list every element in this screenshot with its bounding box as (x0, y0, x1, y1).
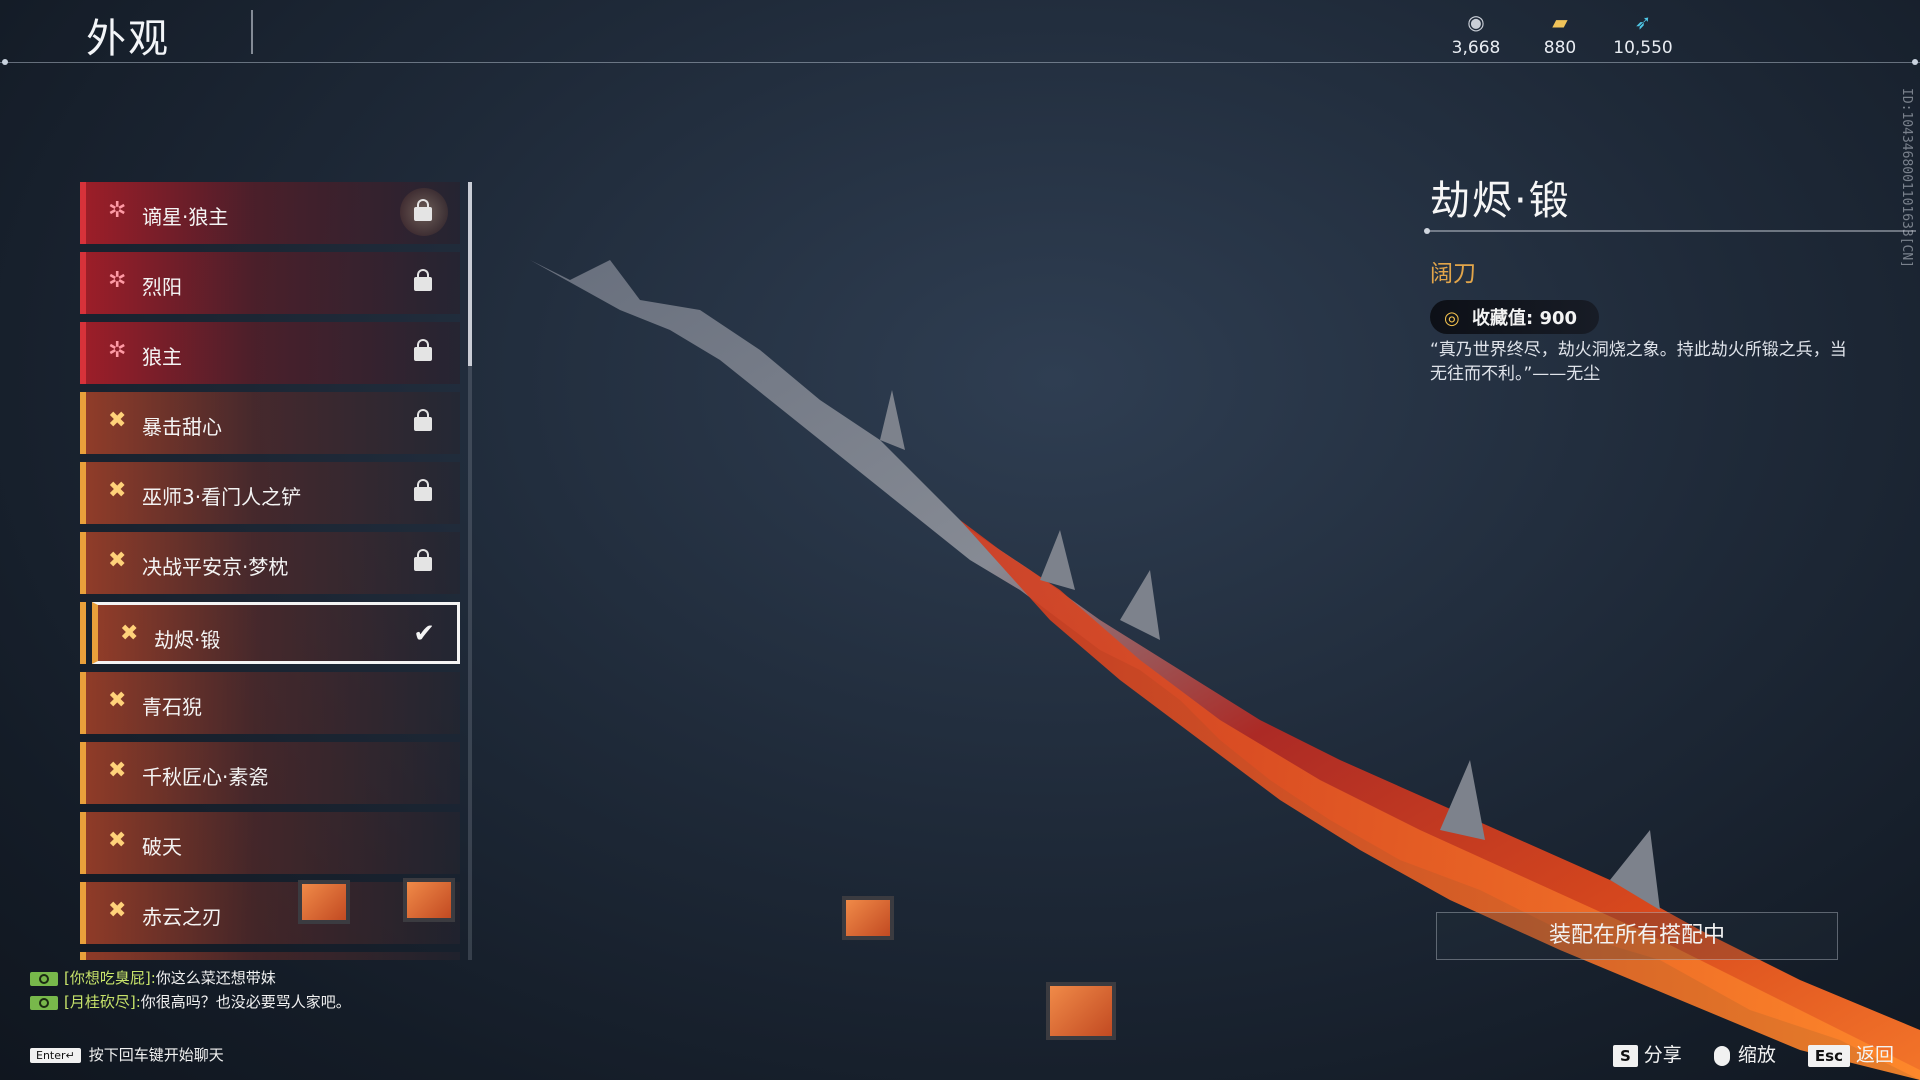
rarity-star-icon: ✲ (108, 198, 127, 223)
skin-list: ✲ 谪星·狼主 ✲ 烈阳 ✲ 狼主 ✖ 暴击甜心 ✖ 巫师3·看门人之铲 ✖ 决… (80, 182, 460, 960)
skin-item[interactable]: ✖ 青石猊 (80, 672, 460, 734)
currency-feather: ➶ 10,550 (1598, 10, 1688, 58)
rarity-star-icon: ✲ (108, 268, 127, 293)
chat-input-hint[interactable]: Enter↵ 按下回车键开始聊天 (30, 1044, 224, 1065)
skin-item[interactable]: ✖ 巫师3·看门人之铲 (80, 462, 460, 524)
share-key: S (1612, 1044, 1638, 1067)
skin-item-label: 赤云之刃 (142, 905, 222, 929)
gold-ingot-icon: ▰ (1552, 10, 1568, 34)
rarity-star-icon: ✖ (108, 898, 127, 923)
skin-item[interactable] (80, 952, 460, 960)
top-divider (0, 59, 1920, 65)
blue-feather-icon: ➶ (1634, 10, 1652, 34)
skin-item-label: 决战平安京·梦枕 (142, 555, 289, 579)
list-scrollbar-thumb[interactable] (468, 182, 472, 366)
skin-item[interactable]: ✖ 暴击甜心 (80, 392, 460, 454)
lantern-decor (842, 896, 894, 940)
footer-actions: S 分享 缩放 Esc 返回 (1612, 1040, 1894, 1067)
skin-item[interactable]: ✖ 千秋匠心·素瓷 (80, 742, 460, 804)
chat-message: [月桂砍尽]:你很高吗？也没必要骂人家吧。 (30, 990, 360, 1014)
skin-item-label: 谪星·狼主 (142, 205, 229, 229)
skin-item-label: 破天 (142, 835, 182, 859)
skin-item[interactable]: ✲ 狼主 (80, 322, 460, 384)
lock-icon (414, 479, 432, 501)
chat-text: 你很高吗？也没必要骂人家吧。 (140, 993, 351, 1011)
skin-item-label: 千秋匠心·素瓷 (142, 765, 269, 789)
zoom-button[interactable]: 缩放 (1713, 1044, 1776, 1066)
skin-item[interactable]: ✲ 谪星·狼主 (80, 182, 460, 244)
back-key: Esc (1807, 1044, 1850, 1067)
currency-silver: ◉ 3,668 (1431, 10, 1521, 58)
chat-channel-icon (30, 995, 58, 1010)
enter-key-icon: Enter↵ (30, 1048, 81, 1063)
back-button[interactable]: Esc 返回 (1807, 1044, 1894, 1067)
page-title: 外观 (86, 16, 170, 62)
skin-item-label: 巫师3·看门人之铲 (142, 485, 302, 509)
chat-sender: [月桂砍尽]: (64, 993, 141, 1011)
lock-icon (414, 339, 432, 361)
chat-text: 你这么菜还想带妹 (155, 969, 276, 987)
top-bar: 外观 ◉ 3,668 ▰ 880 ➶ 10,550 (0, 0, 1920, 64)
back-label: 返回 (1855, 1044, 1894, 1066)
chat-message: [你想吃臭屁]:你这么菜还想带妹 (30, 966, 360, 990)
currency-value: 10,550 (1613, 38, 1673, 58)
lock-icon (414, 549, 432, 571)
share-button[interactable]: S 分享 (1612, 1044, 1682, 1067)
currency-value: 880 (1543, 38, 1577, 58)
player-id-label: ID:1043468001101633[CN] (1899, 88, 1914, 269)
lantern-decor (1046, 982, 1116, 1040)
equip-all-button[interactable]: 装配在所有搭配中 (1436, 912, 1838, 960)
item-type: 阔刀 (1430, 261, 1476, 287)
lock-icon (414, 199, 432, 221)
rarity-star-icon: ✖ (108, 758, 127, 783)
mouse-icon (1713, 1045, 1730, 1066)
lantern-decor (298, 880, 350, 924)
item-description: “真乃世界终尽，劫火洞烧之象。持此劫火所锻之兵，当无往而不利。”——无尘 (1430, 340, 1847, 384)
skin-item-label: 狼主 (142, 345, 182, 369)
share-label: 分享 (1643, 1044, 1682, 1066)
name-divider (1424, 228, 1916, 234)
currency-value: 3,668 (1451, 38, 1501, 58)
lock-icon (414, 269, 432, 291)
item-detail-panel: 劫烬·锻 阔刀 ◎ 收藏值: 900 “真乃世界终尽，劫火洞烧之象。持此劫火所锻… (1424, 168, 1916, 386)
chat-sender: [你想吃臭屁]: (64, 969, 156, 987)
skin-item-label: 劫烬·锻 (154, 628, 221, 652)
rarity-star-icon: ✖ (108, 408, 127, 433)
rarity-star-icon: ✖ (108, 828, 127, 853)
zoom-label: 缩放 (1737, 1044, 1776, 1066)
skin-item[interactable]: ✖ 破天 (80, 812, 460, 874)
skin-item-label: 青石猊 (142, 695, 202, 719)
rarity-star-icon: ✖ (108, 688, 127, 713)
skin-item-label: 烈阳 (142, 275, 182, 299)
rarity-star-icon: ✲ (108, 338, 127, 363)
title-separator (251, 10, 253, 54)
skin-item[interactable]: ✖ 决战平安京·梦枕 (80, 532, 460, 594)
collection-coin-icon: ◎ (1444, 308, 1460, 329)
item-name: 劫烬·锻 (1430, 178, 1571, 224)
collection-value-text: 收藏值: 900 (1472, 308, 1578, 329)
skin-item[interactable]: ✲ 烈阳 (80, 252, 460, 314)
chat-log: [你想吃臭屁]:你这么菜还想带妹 [月桂砍尽]:你很高吗？也没必要骂人家吧。 (30, 966, 360, 1014)
checkmark-icon: ✔ (413, 619, 435, 649)
currency-gold: ▰ 880 (1515, 10, 1605, 58)
lock-icon (414, 409, 432, 431)
rarity-star-icon: ✖ (108, 478, 127, 503)
skin-item-label: 暴击甜心 (142, 415, 222, 439)
skin-item-selected[interactable]: ✖ 劫烬·锻 ✔ (80, 602, 460, 664)
chat-hint-text: 按下回车键开始聊天 (88, 1046, 224, 1064)
rarity-star-icon: ✖ (120, 621, 139, 646)
chat-channel-icon (30, 971, 58, 986)
silver-coin-icon: ◉ (1467, 10, 1485, 34)
collection-value-badge: ◎ 收藏值: 900 (1430, 300, 1600, 334)
rarity-star-icon: ✖ (108, 548, 127, 573)
lantern-decor (403, 878, 455, 922)
